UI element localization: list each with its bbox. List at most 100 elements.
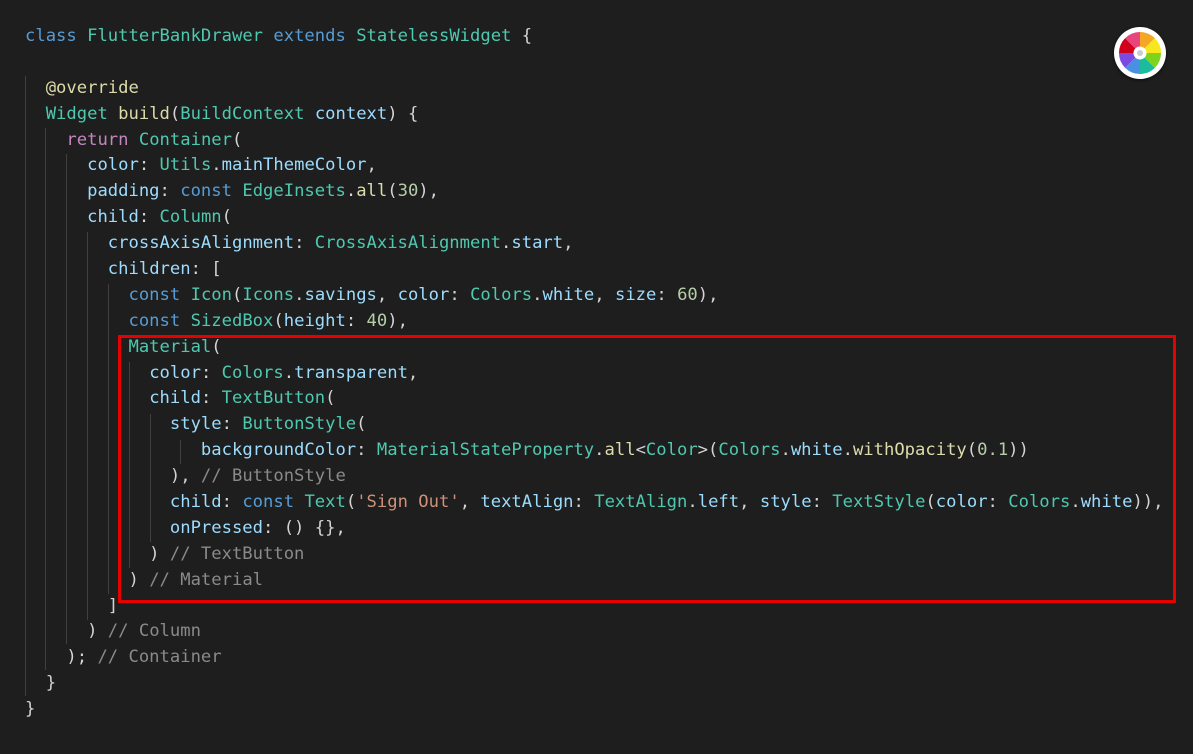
code-line[interactable]: return Container( <box>25 128 1164 154</box>
code-line[interactable]: child: Column( <box>25 205 1164 231</box>
code-token: style <box>169 414 222 435</box>
code-token: . <box>345 181 357 202</box>
code-token: class <box>25 26 77 46</box>
code-token: ), <box>697 284 719 305</box>
code-token: // Column <box>107 621 201 642</box>
code-token: : <box>573 492 595 513</box>
code-line[interactable]: @override <box>25 76 1164 102</box>
code-token: . <box>842 440 853 461</box>
code-token: : () {}, <box>263 517 346 538</box>
code-line[interactable]: onPressed: () {}, <box>25 516 1164 542</box>
code-token: Colors <box>1008 492 1071 513</box>
code-token: < <box>635 440 646 461</box>
code-token: : <box>294 233 315 254</box>
code-token: . <box>294 284 305 305</box>
code-token: EdgeInsets <box>242 181 346 202</box>
code-token: ( <box>221 207 232 228</box>
code-token: ( <box>966 440 978 461</box>
code-token: 0.1 <box>977 440 1009 461</box>
code-line[interactable]: ) // Material <box>25 568 1164 594</box>
code-token: , <box>376 284 398 305</box>
code-token: color <box>149 362 201 383</box>
code-line[interactable]: ) // Column <box>25 619 1164 645</box>
code-line[interactable]: class FlutterBankDrawer extends Stateles… <box>25 24 1164 50</box>
code-token: } <box>25 699 36 720</box>
code-token: Widget <box>45 103 108 124</box>
code-token: } <box>25 673 57 694</box>
code-token: child <box>149 388 201 409</box>
code-token: @override <box>45 77 139 98</box>
code-line[interactable]: } <box>25 671 1164 697</box>
code-line[interactable]: Widget build(BuildContext context) { <box>25 102 1164 128</box>
code-token: : <box>221 492 243 513</box>
code-token: , <box>459 492 481 513</box>
code-line[interactable]: crossAxisAlignment: CrossAxisAlignment.s… <box>25 231 1164 257</box>
code-token: withOpacity <box>852 440 967 461</box>
code-token: ( <box>387 181 398 202</box>
code-line[interactable]: child: const Text('Sign Out', textAlign:… <box>25 490 1164 516</box>
code-line[interactable]: child: TextButton( <box>25 386 1164 412</box>
code-token: : [ <box>190 259 222 280</box>
code-token: Colors <box>470 284 533 305</box>
code-token: : <box>811 492 833 513</box>
code-line[interactable]: color: Colors.transparent, <box>25 361 1164 387</box>
code-lines[interactable]: class FlutterBankDrawer extends Stateles… <box>25 24 1164 723</box>
code-line[interactable]: const SizedBox(height: 40), <box>25 309 1164 335</box>
color-wheel-icon[interactable] <box>1114 27 1166 79</box>
code-token: 'Sign Out' <box>356 492 460 513</box>
code-line[interactable] <box>25 50 1164 76</box>
code-token: CrossAxisAlignment <box>314 233 502 254</box>
code-token: ), <box>25 466 201 487</box>
code-line[interactable]: const Icon(Icons.savings, color: Colors.… <box>25 283 1164 309</box>
code-token: >( <box>697 440 719 461</box>
code-token: ) <box>25 621 108 642</box>
code-token: build <box>118 103 170 124</box>
code-line[interactable]: Material( <box>25 335 1164 361</box>
code-line[interactable]: style: ButtonStyle( <box>25 412 1164 438</box>
code-token: children <box>107 259 191 280</box>
code-token: TextButton <box>221 388 326 409</box>
code-token: : <box>656 284 678 305</box>
code-line[interactable]: ) // TextButton <box>25 542 1164 568</box>
code-token: : <box>200 388 222 409</box>
code-token: savings <box>304 284 377 305</box>
code-line[interactable]: } <box>25 697 1164 723</box>
code-line[interactable]: children: [ <box>25 257 1164 283</box>
code-token: 60 <box>677 284 698 305</box>
code-token: Icon <box>190 284 232 305</box>
code-token: ( <box>211 336 222 357</box>
code-line[interactable]: ); // Container <box>25 645 1164 671</box>
code-token: size <box>614 284 657 305</box>
code-token: , <box>366 155 377 176</box>
code-token: : <box>221 414 243 435</box>
code-line[interactable]: backgroundColor: MaterialStateProperty.a… <box>25 438 1164 464</box>
code-token: left <box>697 492 740 513</box>
code-token: : <box>987 492 1009 513</box>
code-token: ( <box>273 310 284 331</box>
code-token: 30 <box>397 181 419 202</box>
code-token: white <box>790 440 843 461</box>
code-line[interactable]: ] <box>25 594 1164 620</box>
code-token: style <box>759 492 812 513</box>
code-editor[interactable]: class FlutterBankDrawer extends Stateles… <box>0 0 1193 754</box>
code-line[interactable]: padding: const EdgeInsets.all(30), <box>25 179 1164 205</box>
code-line[interactable]: ), // ButtonStyle <box>25 464 1164 490</box>
code-token: const <box>242 492 295 513</box>
code-token: Icons <box>242 284 295 305</box>
code-token: . <box>594 440 605 461</box>
code-token: . <box>211 155 222 176</box>
code-line[interactable]: color: Utils.mainThemeColor, <box>25 153 1164 179</box>
